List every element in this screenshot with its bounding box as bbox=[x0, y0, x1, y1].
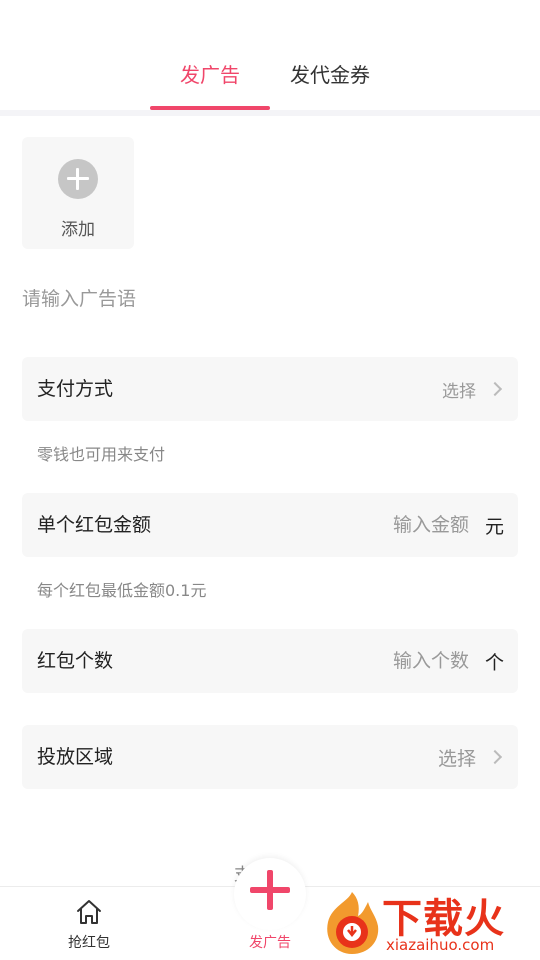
plus-icon bbox=[250, 870, 290, 910]
watermark-logo: 下载火 xiazaihuo.com bbox=[318, 884, 540, 960]
payment-method-row[interactable]: 支付方式 选择 bbox=[22, 357, 518, 421]
top-tabs: 发广告 发代金券 bbox=[0, 0, 540, 110]
amount-hint: 每个红包最低金额0.1元 bbox=[37, 581, 207, 600]
payment-method-label: 支付方式 bbox=[37, 378, 114, 400]
amount-label: 单个红包金额 bbox=[37, 514, 152, 536]
payment-method-value: 选择 bbox=[442, 381, 476, 402]
chevron-right-icon bbox=[487, 381, 503, 397]
chevron-right-icon bbox=[487, 749, 503, 765]
amount-row: 单个红包金额 元 bbox=[22, 493, 518, 557]
amount-unit: 元 bbox=[484, 515, 504, 538]
region-value: 选择 bbox=[437, 747, 476, 770]
tab-post-ad[interactable]: 发广告 bbox=[150, 60, 270, 90]
home-icon bbox=[77, 900, 101, 924]
watermark-url: xiazaihuo.com bbox=[386, 936, 495, 954]
nav-post-label: 发广告 bbox=[249, 935, 291, 951]
count-row: 红包个数 个 bbox=[22, 629, 518, 693]
region-row[interactable]: 投放区域 选择 bbox=[22, 725, 518, 789]
flame-logo-icon bbox=[327, 892, 379, 954]
nav-grab-label: 抢红包 bbox=[68, 935, 110, 951]
nav-grab-red-packet[interactable]: 抢红包 bbox=[39, 887, 139, 960]
amount-input[interactable] bbox=[318, 514, 469, 536]
add-image-button[interactable]: 添加 bbox=[22, 137, 134, 249]
tab-divider bbox=[0, 110, 540, 116]
payment-hint: 零钱也可用来支付 bbox=[37, 445, 166, 464]
tab-post-coupon[interactable]: 发代金券 bbox=[270, 60, 390, 90]
count-input[interactable] bbox=[318, 650, 469, 672]
region-label: 投放区域 bbox=[37, 746, 114, 768]
ad-text-input[interactable] bbox=[22, 284, 518, 314]
plus-circle-icon bbox=[58, 159, 98, 199]
count-unit: 个 bbox=[484, 651, 504, 674]
count-label: 红包个数 bbox=[37, 650, 114, 672]
add-image-label: 添加 bbox=[61, 220, 95, 240]
